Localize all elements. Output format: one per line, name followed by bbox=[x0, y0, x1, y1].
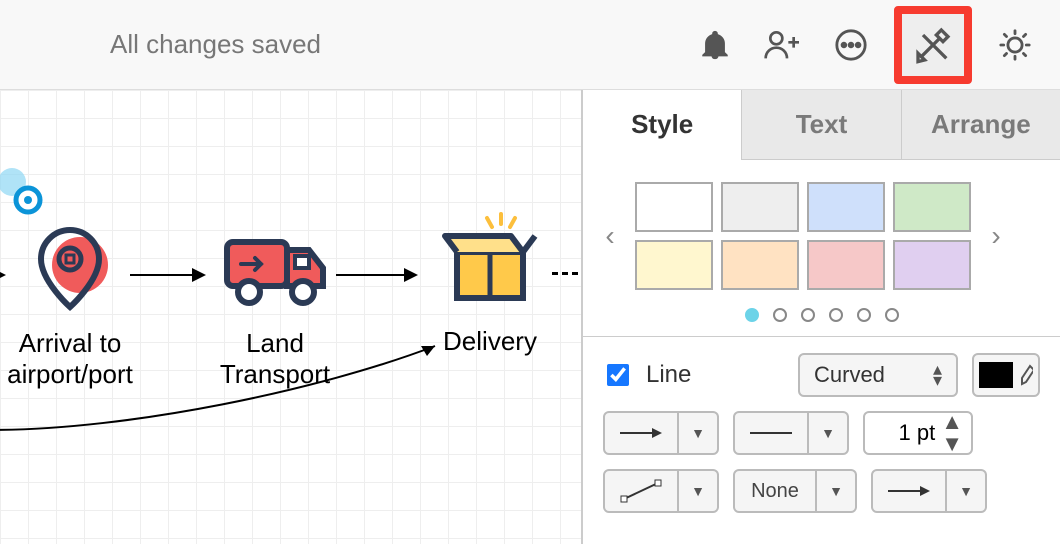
chevron-down-icon[interactable]: ▼ bbox=[947, 469, 987, 513]
style-swatch-grid bbox=[635, 182, 971, 290]
line-label: Line bbox=[646, 361, 691, 389]
tab-arrange[interactable]: Arrange bbox=[901, 90, 1060, 160]
flow-arrow[interactable] bbox=[0, 274, 4, 276]
eyedropper-icon bbox=[1019, 363, 1033, 387]
color-preview bbox=[979, 362, 1013, 388]
format-panel-toggle[interactable] bbox=[894, 6, 972, 84]
connection-style-combo[interactable]: ▼ bbox=[603, 469, 719, 513]
waypoint-label: None bbox=[733, 469, 817, 513]
chevron-updown-icon: ▴▾ bbox=[933, 364, 942, 386]
node-delivery[interactable]: Delivery bbox=[420, 208, 560, 357]
line-width-input[interactable]: 1 pt ▲▼ bbox=[863, 411, 973, 455]
page-dot[interactable] bbox=[885, 308, 899, 322]
page-dot[interactable] bbox=[773, 308, 787, 322]
swatch[interactable] bbox=[807, 240, 885, 290]
tab-text[interactable]: Text bbox=[741, 90, 900, 160]
page-dot[interactable] bbox=[857, 308, 871, 322]
swatch[interactable] bbox=[635, 182, 713, 232]
swatch[interactable] bbox=[807, 182, 885, 232]
chevron-down-icon[interactable]: ▼ bbox=[809, 411, 849, 455]
swatch[interactable] bbox=[635, 240, 713, 290]
topbar-icons bbox=[690, 6, 1040, 84]
curved-edge[interactable] bbox=[0, 340, 460, 440]
page-dot[interactable] bbox=[829, 308, 843, 322]
location-pin-icon bbox=[25, 220, 115, 320]
open-box-icon bbox=[435, 208, 545, 318]
diagram-canvas[interactable]: Arrival toairport/port LandTransport bbox=[0, 90, 582, 544]
theme-icon[interactable] bbox=[990, 20, 1040, 70]
flow-arrow[interactable] bbox=[130, 274, 204, 276]
page-dots bbox=[583, 298, 1060, 336]
arrow-end-combo[interactable]: ▼ bbox=[603, 411, 719, 455]
chevron-right-icon[interactable]: › bbox=[983, 220, 1009, 252]
more-icon[interactable] bbox=[826, 20, 876, 70]
arrow-end-icon bbox=[871, 469, 947, 513]
line-enabled-checkbox[interactable] bbox=[607, 364, 629, 386]
arrow-end-icon bbox=[603, 411, 679, 455]
line-pattern-combo[interactable]: ▼ bbox=[733, 411, 849, 455]
swatch[interactable] bbox=[893, 182, 971, 232]
line-solid-icon bbox=[733, 411, 809, 455]
tab-style[interactable]: Style bbox=[583, 90, 741, 160]
page-dot[interactable] bbox=[801, 308, 815, 322]
add-user-icon[interactable] bbox=[758, 20, 808, 70]
topbar: All changes saved bbox=[0, 0, 1060, 90]
chevron-down-icon[interactable]: ▼ bbox=[679, 469, 719, 513]
swatch[interactable] bbox=[721, 182, 799, 232]
connection-endpoint[interactable] bbox=[0, 164, 54, 224]
stepper-icon[interactable]: ▲▼ bbox=[941, 411, 963, 455]
chevron-left-icon[interactable]: ‹ bbox=[597, 220, 623, 252]
panel-tabs: Style Text Arrange bbox=[583, 90, 1060, 160]
notifications-icon[interactable] bbox=[690, 20, 740, 70]
truck-icon bbox=[215, 220, 335, 320]
flow-arrow[interactable] bbox=[336, 274, 416, 276]
diag-line-icon bbox=[603, 469, 679, 513]
waypoint-combo[interactable]: None ▼ bbox=[733, 469, 857, 513]
line-color-chip[interactable] bbox=[972, 353, 1040, 397]
page-dot[interactable] bbox=[745, 308, 759, 322]
swatch[interactable] bbox=[721, 240, 799, 290]
chevron-down-icon[interactable]: ▼ bbox=[679, 411, 719, 455]
status-text: All changes saved bbox=[110, 29, 321, 60]
line-style-select[interactable]: Curved ▴▾ bbox=[798, 353, 958, 397]
arrow-start-combo[interactable]: ▼ bbox=[871, 469, 987, 513]
flow-arrow-dashed[interactable] bbox=[552, 272, 578, 275]
chevron-down-icon[interactable]: ▼ bbox=[817, 469, 857, 513]
format-panel: Style Text Arrange ‹ › bbox=[582, 90, 1060, 544]
swatch[interactable] bbox=[893, 240, 971, 290]
